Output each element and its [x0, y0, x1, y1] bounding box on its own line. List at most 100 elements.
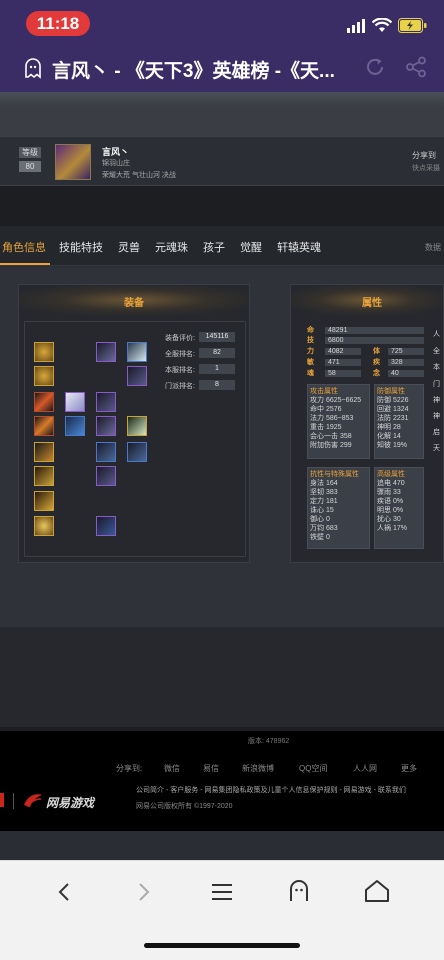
advanced-line: 追电 470: [377, 480, 405, 487]
equip-slot[interactable]: [65, 392, 85, 412]
share-renren[interactable]: 人人网: [353, 763, 377, 774]
equipment-header: 装备: [19, 285, 249, 315]
tab-children[interactable]: 孩子: [203, 239, 225, 255]
signal-icon: [347, 19, 365, 33]
edge-mark: [0, 793, 4, 807]
defense-line: 防御 5226: [377, 397, 409, 404]
defense-line: 知彼 19%: [377, 442, 407, 449]
footer-legal-links[interactable]: 公司简介 - 客户服务 - 网易集团隐私政策及儿童个人信息保护规则 - 网易游戏…: [136, 785, 444, 795]
stat-value-skill: 6800: [328, 337, 344, 344]
equip-slot-gold[interactable]: [34, 342, 54, 362]
equip-slot[interactable]: [34, 466, 54, 486]
equip-slot-boots[interactable]: [96, 516, 116, 536]
attack-title: 攻击属性: [310, 388, 338, 395]
tab-skills[interactable]: 技能特技: [59, 239, 103, 255]
spacer: [0, 186, 444, 226]
equip-slot[interactable]: [34, 516, 54, 536]
stat-value-soul: 58: [328, 370, 336, 377]
status-bar: 11:18: [0, 0, 444, 44]
divider: [13, 793, 14, 809]
equip-slot[interactable]: [96, 442, 116, 462]
server-rank-value: 82: [199, 348, 235, 358]
local-rank-label: 本服排名:: [165, 367, 195, 374]
resist-line: 万钧 683: [310, 525, 338, 532]
equip-slot[interactable]: [96, 416, 116, 436]
status-time: 11:18: [26, 11, 90, 36]
stat-label-mind: 念: [373, 370, 380, 377]
resist-line: 身法 164: [310, 480, 338, 487]
attributes-panel: 属性 命 48291 技 6800 力 4082 体 725 敏 471 疾 3…: [290, 284, 444, 563]
player-titles: 荣耀大荒 气壮山河 决战: [102, 172, 176, 179]
tab-data[interactable]: 数据: [425, 242, 441, 253]
equip-slot[interactable]: [96, 466, 116, 486]
share-wechat[interactable]: 微信: [164, 763, 180, 774]
browser-title-bar: 言风丶 - 《天下3》英雄榜 -《天...: [0, 44, 444, 92]
school-rank-label: 门派排名:: [165, 383, 195, 390]
tab-awakening[interactable]: 觉醒: [240, 239, 262, 255]
share-icon[interactable]: [405, 56, 427, 78]
equip-slot-helmet[interactable]: [96, 342, 116, 362]
stat-value-str: 4082: [328, 348, 344, 355]
defense-line: 神明 28: [377, 424, 401, 431]
stat-label-agi: 敏: [307, 359, 314, 366]
content-lower: [0, 627, 444, 727]
stat-value-con: 725: [391, 348, 403, 355]
equip-slot[interactable]: [127, 366, 147, 386]
resist-attributes: 抗性与特殊属性 身法 164 坚韧 383 定力 181 诛心 15 御心 0 …: [307, 467, 370, 549]
resist-title: 抗性与特殊属性: [310, 471, 359, 478]
defense-line: 法防 2231: [377, 415, 409, 422]
tab-xuanyuan[interactable]: 轩辕英魂: [277, 239, 321, 255]
stat-value-agi: 471: [328, 359, 340, 366]
equip-slot[interactable]: [34, 491, 54, 511]
brand-name[interactable]: 网易游戏: [46, 794, 94, 811]
resist-line: 御心 0: [310, 516, 330, 523]
stat-label-soul: 魂: [307, 370, 314, 377]
web-content: 等级 80 言风丶 锦羽山庄 荣耀大荒 气壮山河 决战 分享到 快点采摄 角色信…: [0, 92, 444, 860]
tab-soul-beads[interactable]: 元魂珠: [155, 239, 188, 255]
equip-slot-gold[interactable]: [34, 366, 54, 386]
refresh-icon[interactable]: [364, 56, 386, 78]
avatar: [55, 144, 91, 180]
equip-slot[interactable]: [127, 442, 147, 462]
attributes-title: 属性: [362, 298, 382, 309]
equip-slot-weapon[interactable]: [34, 416, 54, 436]
share-weibo[interactable]: 新浪微博: [242, 763, 274, 774]
edge-label: 神: [433, 397, 440, 404]
equip-slot[interactable]: [65, 416, 85, 436]
attack-line: 附加伤害 299: [310, 442, 352, 449]
player-school: 锦羽山庄: [102, 160, 130, 167]
ghost-icon[interactable]: [22, 57, 44, 79]
share-label[interactable]: 分享到: [412, 150, 436, 161]
equip-slot[interactable]: [127, 416, 147, 436]
tab-role-info[interactable]: 角色信息: [2, 239, 46, 255]
wifi-icon: [372, 18, 392, 32]
share-yixin[interactable]: 易信: [203, 763, 219, 774]
edge-label: 启: [433, 429, 440, 436]
back-icon[interactable]: [55, 881, 75, 903]
attack-line: 攻力 6625~6625: [310, 397, 362, 404]
tab-pets[interactable]: 灵兽: [118, 239, 140, 255]
equip-slot-armor[interactable]: [96, 392, 116, 412]
page-title: 言风丶 - 《天下3》英雄榜 -《天...: [52, 61, 335, 82]
resist-line: 坚韧 383: [310, 489, 338, 496]
home-icon[interactable]: [364, 879, 390, 903]
profile-bar: 等级 80 言风丶 锦羽山庄 荣耀大荒 气壮山河 决战 分享到 快点采摄: [0, 136, 444, 186]
equip-slot[interactable]: [34, 442, 54, 462]
share-to-label: 分享到:: [116, 764, 143, 773]
netease-logo-icon: [24, 794, 42, 808]
ghost-tab-icon[interactable]: [287, 879, 311, 903]
resist-line: 定力 181: [310, 498, 338, 505]
tab-bar: 角色信息 技能特技 灵兽 元魂珠 孩子 觉醒 轩辕英魂 数据: [0, 226, 444, 266]
edge-label: 本: [433, 364, 440, 371]
advanced-line: 扰心 30: [377, 516, 401, 523]
attributes-header: 属性: [291, 285, 443, 315]
attack-line: 法力 586~853: [310, 415, 354, 422]
stat-value-hp: 48291: [328, 327, 348, 334]
forward-icon[interactable]: [133, 881, 153, 903]
equip-slot[interactable]: [127, 342, 147, 362]
menu-icon[interactable]: [210, 881, 234, 903]
equip-slot-weapon[interactable]: [34, 392, 54, 412]
share-qzone[interactable]: QQ空间: [299, 763, 327, 774]
school-rank-value: 8: [199, 380, 235, 390]
share-more[interactable]: 更多: [401, 763, 417, 774]
